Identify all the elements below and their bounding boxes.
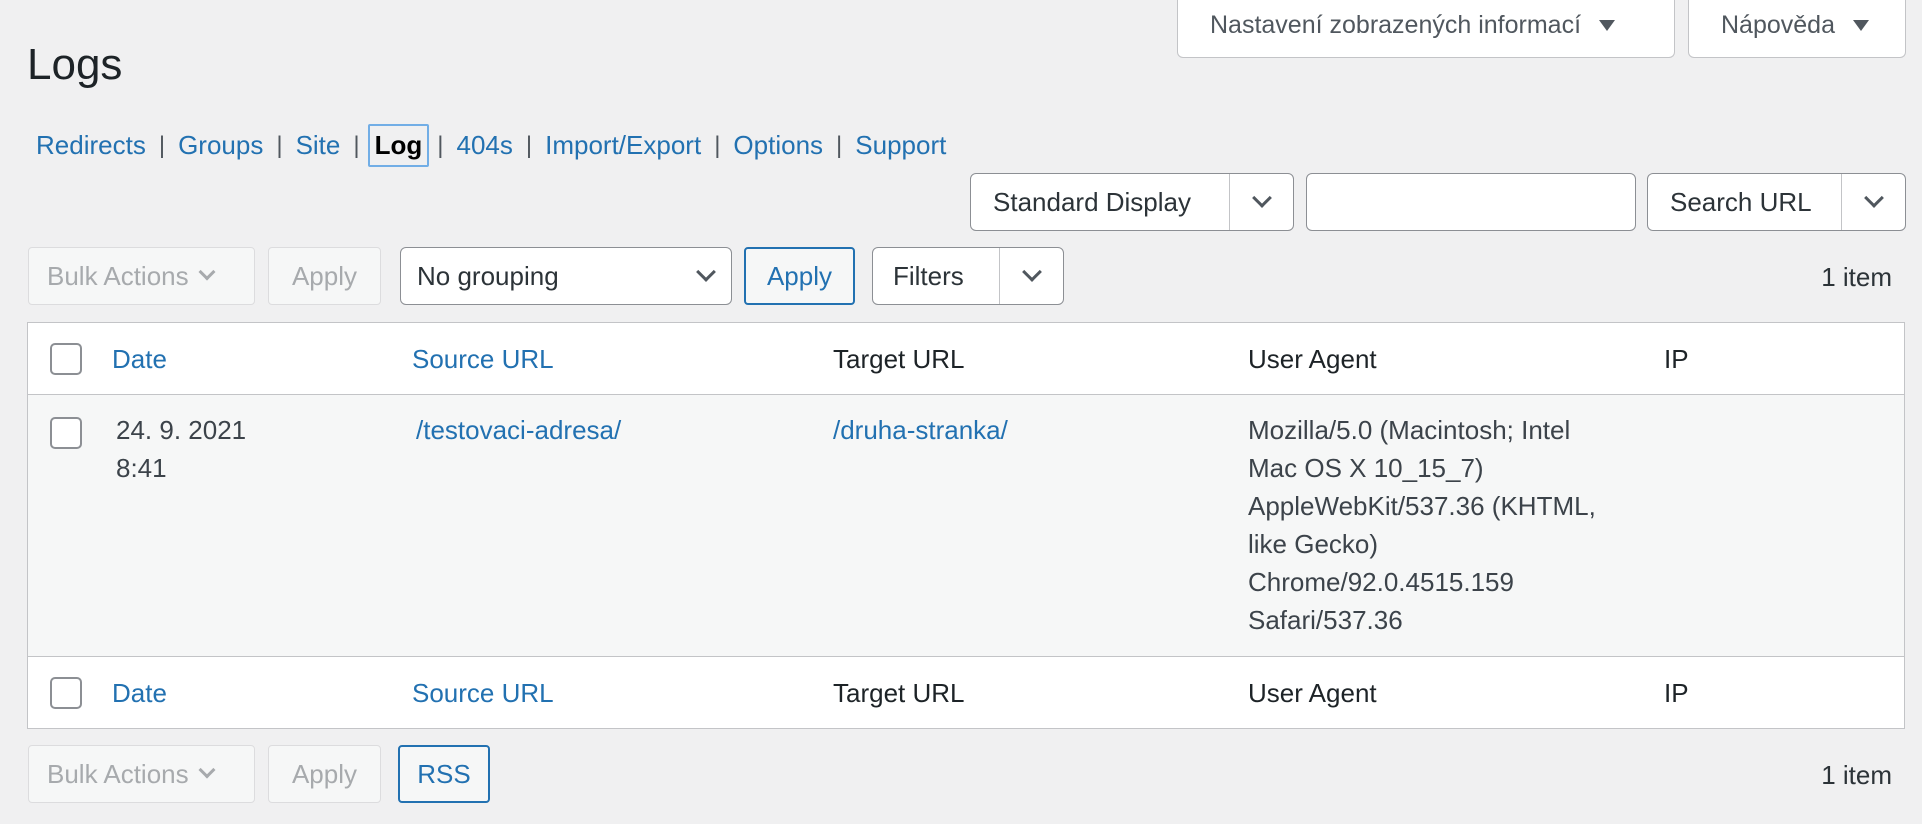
column-target-url: Target URL [833, 344, 965, 374]
subnav-separator: | [276, 131, 283, 159]
caret-down-icon [1599, 20, 1616, 31]
column-target-url-footer: Target URL [833, 678, 965, 708]
search-input[interactable] [1306, 173, 1636, 231]
search-type-value: Search URL [1670, 186, 1812, 217]
subnav-separator: | [158, 131, 166, 159]
row-checkbox[interactable] [50, 417, 82, 449]
user-agent-line: Safari/537.36 [1248, 605, 1403, 635]
page-title: Logs [27, 40, 123, 89]
item-count-top: 1 item [1821, 262, 1892, 292]
user-agent-line: Chrome/92.0.4515.159 [1248, 567, 1514, 597]
subnav-import-export[interactable]: Import/Export [540, 126, 706, 165]
subnav-separator: | [353, 131, 360, 159]
bulk-actions-select-bottom[interactable]: Bulk Actions [28, 745, 255, 803]
column-user-agent-footer: User Agent [1248, 678, 1377, 708]
subnav-redirects[interactable]: Redirects [31, 126, 151, 165]
display-select[interactable]: Standard Display [970, 173, 1294, 231]
screen-options-button[interactable]: Nastavení zobrazených informací [1177, 0, 1675, 58]
filters-toggle[interactable] [999, 248, 1063, 304]
search-type-select[interactable]: Search URL [1647, 173, 1906, 231]
subnav-options[interactable]: Options [728, 126, 828, 165]
subnav-log[interactable]: Log [367, 124, 430, 167]
rss-button[interactable]: RSS [398, 745, 490, 803]
column-ip-footer: IP [1664, 678, 1689, 708]
bulk-apply-button-bottom[interactable]: Apply [268, 745, 381, 803]
bulk-actions-label: Bulk Actions [47, 260, 189, 291]
row-date-time: 8:41 [116, 453, 167, 483]
row-source-url[interactable]: /testovaci-adresa/ [416, 411, 621, 449]
chevron-down-icon [1021, 262, 1042, 282]
bulk-actions-label: Bulk Actions [47, 758, 189, 789]
bulk-apply-button[interactable]: Apply [268, 247, 381, 305]
search-type-toggle[interactable] [1841, 174, 1905, 230]
log-table: Date Source URL Target URL User Agent IP… [27, 322, 1905, 729]
row-user-agent: Mozilla/5.0 (Macintosh; Intel Mac OS X 1… [1248, 411, 1596, 639]
display-select-value: Standard Display [993, 186, 1191, 217]
help-label: Nápověda [1721, 11, 1835, 39]
grouping-apply-button[interactable]: Apply [744, 247, 855, 305]
chevron-down-icon [198, 263, 216, 281]
table-header-row: Date Source URL Target URL User Agent IP [28, 323, 1904, 395]
column-date[interactable]: Date [112, 340, 167, 378]
grouping-value: No grouping [417, 260, 559, 291]
user-agent-line: AppleWebKit/537.36 (KHTML, [1248, 491, 1596, 521]
column-source-url-footer[interactable]: Source URL [412, 674, 554, 712]
row-date-day: 24. 9. 2021 [116, 415, 247, 445]
screen-options-label: Nastavení zobrazených informací [1210, 11, 1582, 39]
chevron-down-icon [1251, 188, 1272, 208]
subnav-groups[interactable]: Groups [173, 126, 268, 165]
subnav-404s[interactable]: 404s [452, 126, 518, 165]
column-user-agent: User Agent [1248, 344, 1377, 374]
row-target-url[interactable]: /druha-stranka/ [833, 411, 1008, 449]
filters-select[interactable]: Filters [872, 247, 1064, 305]
select-all-checkbox-footer[interactable] [50, 677, 82, 709]
chevron-down-icon [696, 262, 716, 282]
help-button[interactable]: Nápověda [1688, 0, 1906, 58]
chevron-down-icon [1863, 188, 1884, 208]
subnav: Redirects | Groups | Site | Log | 404s |… [31, 124, 951, 167]
user-agent-line: Mac OS X 10_15_7) [1248, 453, 1484, 483]
chevron-down-icon [198, 761, 216, 779]
select-all-checkbox[interactable] [50, 343, 82, 375]
subnav-separator: | [714, 131, 721, 159]
display-select-toggle[interactable] [1229, 174, 1293, 230]
subnav-support[interactable]: Support [850, 126, 951, 165]
column-source-url[interactable]: Source URL [412, 340, 554, 378]
user-agent-line: Mozilla/5.0 (Macintosh; Intel [1248, 415, 1571, 445]
table-row: 24. 9. 2021 8:41 /testovaci-adresa/ /dru… [28, 395, 1904, 657]
column-date-footer[interactable]: Date [112, 674, 167, 712]
table-footer-row: Date Source URL Target URL User Agent IP [28, 657, 1904, 729]
grouping-select[interactable]: No grouping [400, 247, 732, 305]
filters-label: Filters [893, 260, 964, 291]
caret-down-icon [1852, 20, 1869, 31]
bulk-actions-select[interactable]: Bulk Actions [28, 247, 255, 305]
column-ip: IP [1664, 344, 1689, 374]
subnav-separator: | [437, 131, 444, 159]
row-date: 24. 9. 2021 8:41 [116, 411, 246, 487]
subnav-separator: | [525, 131, 533, 159]
subnav-separator: | [836, 131, 843, 159]
user-agent-line: like Gecko) [1248, 529, 1379, 559]
subnav-site[interactable]: Site [291, 126, 346, 165]
item-count-bottom: 1 item [1821, 760, 1892, 790]
